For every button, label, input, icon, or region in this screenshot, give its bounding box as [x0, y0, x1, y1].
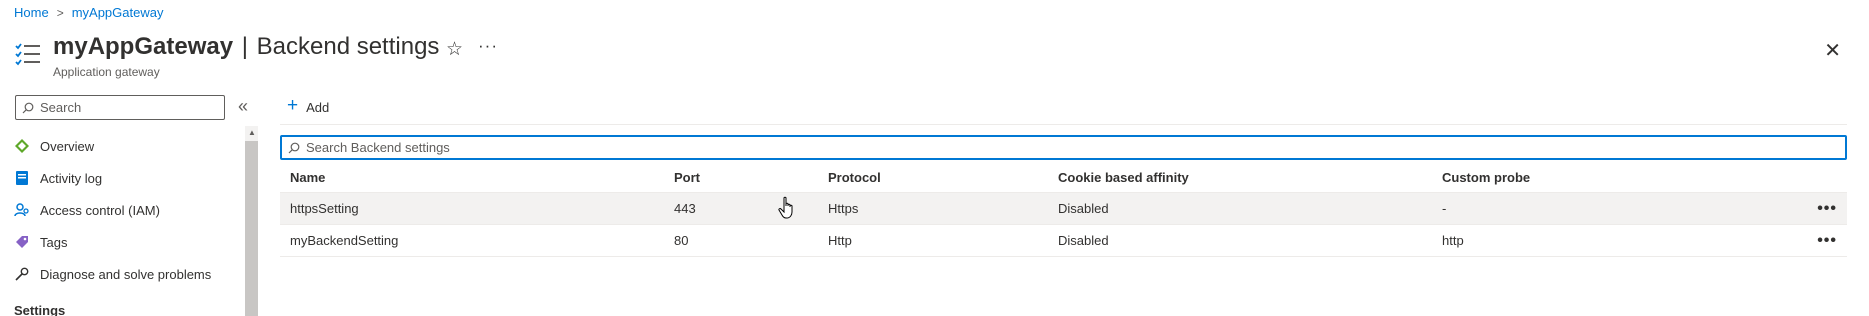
- row-more-button[interactable]: •••: [1817, 193, 1837, 224]
- sidebar-item-tags[interactable]: Tags: [14, 226, 244, 258]
- sidebar-item-label: Access control (IAM): [40, 202, 160, 218]
- column-header-protocol[interactable]: Protocol: [828, 163, 881, 192]
- sidebar-nav: Overview Activity log Access control (IA…: [14, 130, 244, 290]
- breadcrumb-resource-link[interactable]: myAppGateway: [72, 5, 164, 20]
- cell-port: 443: [674, 201, 696, 216]
- cell-affinity: Disabled: [1058, 233, 1109, 248]
- scroll-up-icon[interactable]: ▲: [248, 128, 256, 137]
- sidebar-item-label: Activity log: [40, 170, 103, 186]
- cell-affinity: Disabled: [1058, 201, 1109, 216]
- sidebar-search-input[interactable]: Search: [15, 95, 225, 120]
- cell-protocol: Https: [828, 201, 859, 216]
- table-row[interactable]: myBackendSetting 80 Http Disabled http •…: [280, 225, 1847, 257]
- table-search-input[interactable]: Search Backend settings: [280, 135, 1847, 160]
- iam-icon: [14, 202, 30, 218]
- table-header-row: Name Port Protocol Cookie based affinity…: [280, 163, 1847, 193]
- add-button[interactable]: + Add: [287, 95, 330, 117]
- page-title-page: Backend settings: [256, 33, 440, 60]
- cell-protocol: Http: [828, 233, 852, 248]
- breadcrumb: Home > myAppGateway: [14, 5, 163, 20]
- page-title: myAppGateway | Backend settings: [53, 33, 439, 61]
- hand-cursor-icon: [778, 196, 793, 219]
- sidebar-item-iam[interactable]: Access control (IAM): [14, 194, 244, 226]
- star-icon[interactable]: ☆: [446, 38, 463, 61]
- column-header-name[interactable]: Name: [290, 163, 325, 192]
- wrench-icon: [14, 266, 30, 282]
- table-search-placeholder: Search Backend settings: [306, 140, 450, 155]
- sidebar-item-activity-log[interactable]: Activity log: [14, 162, 244, 194]
- page-subtitle: Application gateway: [53, 65, 160, 79]
- cell-name: httpsSetting: [290, 201, 359, 216]
- cell-name: myBackendSetting: [290, 233, 399, 248]
- search-icon: [288, 142, 300, 153]
- sidebar-item-label: Tags: [40, 234, 68, 250]
- row-more-button[interactable]: •••: [1817, 225, 1837, 256]
- cell-probe: -: [1442, 201, 1447, 216]
- backend-settings-table: Name Port Protocol Cookie based affinity…: [280, 163, 1847, 257]
- column-header-affinity[interactable]: Cookie based affinity: [1058, 163, 1189, 192]
- table-row[interactable]: httpsSetting 443 Https Disabled - •••: [280, 193, 1847, 225]
- sidebar-search-placeholder: Search: [40, 100, 82, 115]
- breadcrumb-home-link[interactable]: Home: [14, 5, 49, 20]
- sidebar-section-settings: Settings: [14, 303, 66, 316]
- column-header-probe[interactable]: Custom probe: [1442, 163, 1530, 192]
- breadcrumb-separator: >: [56, 5, 64, 20]
- overview-icon: [14, 138, 30, 154]
- activity-log-icon: [14, 170, 30, 186]
- page-title-resource: myAppGateway: [53, 33, 234, 60]
- sidebar-item-label: Overview: [40, 138, 95, 154]
- collapse-sidebar-button[interactable]: «: [238, 96, 248, 117]
- tag-icon: [14, 234, 30, 250]
- sidebar-item-label: Diagnose and solve problems: [40, 266, 212, 282]
- sidebar-item-diagnose[interactable]: Diagnose and solve problems: [14, 258, 244, 290]
- toolbar-divider: [280, 124, 1847, 125]
- plus-icon: +: [287, 95, 299, 116]
- scrollbar-thumb[interactable]: [245, 141, 258, 316]
- add-button-label: Add: [306, 99, 330, 115]
- more-actions-button[interactable]: ···: [478, 36, 498, 56]
- sidebar-scrollbar[interactable]: ▲: [245, 126, 258, 316]
- cell-probe: http: [1442, 233, 1464, 248]
- page-title-divider: |: [241, 33, 248, 60]
- search-icon: [22, 102, 34, 113]
- cell-port: 80: [674, 233, 689, 248]
- backend-settings-icon: [15, 43, 40, 66]
- close-button[interactable]: ✕: [1824, 38, 1841, 63]
- column-header-port[interactable]: Port: [674, 163, 700, 192]
- sidebar-item-overview[interactable]: Overview: [14, 130, 244, 162]
